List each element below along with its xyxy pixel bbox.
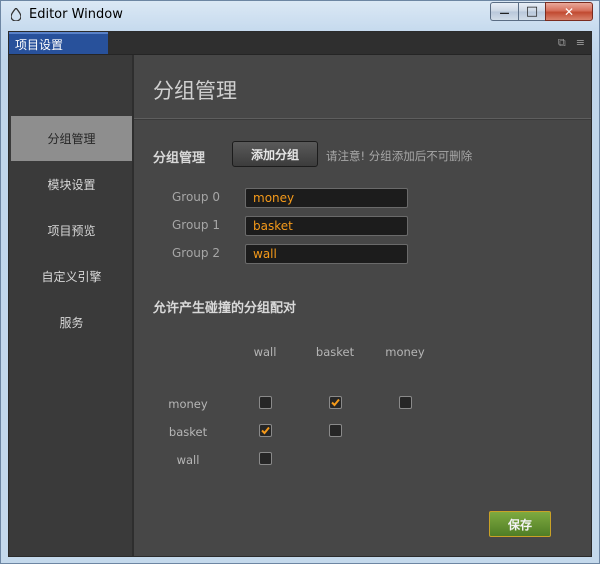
sidebar-item-module-settings[interactable]: 模块设置 bbox=[11, 162, 132, 207]
collision-checkbox-money-money[interactable] bbox=[399, 396, 412, 409]
tab-actions: ⧉ ≡ bbox=[558, 36, 585, 50]
collision-checkbox-money-wall[interactable] bbox=[259, 396, 272, 409]
page-title: 分组管理 bbox=[153, 79, 237, 103]
sidebar: 分组管理 模块设置 项目预览 自定义引擎 服务 bbox=[9, 55, 134, 556]
title-bar[interactable]: Editor Window — □ ✕ bbox=[1, 1, 599, 29]
app-drop-icon bbox=[11, 8, 21, 21]
row-header-basket: basket bbox=[168, 425, 208, 439]
group-2-label: Group 2 bbox=[172, 246, 220, 260]
group-0-label: Group 0 bbox=[172, 190, 220, 204]
maximize-button[interactable]: □ bbox=[518, 2, 545, 21]
window-controls: — □ ✕ bbox=[490, 2, 593, 22]
sidebar-item-custom-engine[interactable]: 自定义引擎 bbox=[11, 254, 132, 299]
collision-checkbox-money-basket[interactable] bbox=[329, 396, 342, 409]
minimize-icon: — bbox=[499, 8, 510, 19]
tab-project-settings[interactable]: 项目设置 bbox=[9, 32, 108, 54]
group-0-name-input[interactable]: money bbox=[245, 188, 408, 208]
close-button[interactable]: ✕ bbox=[545, 2, 593, 21]
collision-checkbox-basket-basket[interactable] bbox=[329, 424, 342, 437]
column-header-wall: wall bbox=[253, 345, 277, 359]
column-header-money: money bbox=[385, 345, 425, 359]
sidebar-item-services[interactable]: 服务 bbox=[11, 300, 132, 345]
maximize-icon: □ bbox=[525, 4, 539, 19]
menu-icon[interactable]: ≡ bbox=[576, 36, 585, 50]
group-2-name-input[interactable]: wall bbox=[245, 244, 408, 264]
collision-section-label: 允许产生碰撞的分组配对 bbox=[153, 301, 297, 316]
checkmark-icon bbox=[331, 398, 340, 407]
collision-checkbox-wall-wall[interactable] bbox=[259, 452, 272, 465]
title-divider bbox=[134, 118, 591, 120]
editor-window: Editor Window — □ ✕ 项目设置 ⧉ ≡ 分组管理 模块设置 项… bbox=[0, 0, 600, 564]
minimize-button[interactable]: — bbox=[490, 2, 518, 21]
group-1-name-input[interactable]: basket bbox=[245, 216, 408, 236]
warning-note: 请注意! 分组添加后不可删除 bbox=[326, 149, 473, 163]
collision-checkbox-basket-wall[interactable] bbox=[259, 424, 272, 437]
row-header-money: money bbox=[168, 397, 208, 411]
editor-panel: 项目设置 ⧉ ≡ 分组管理 模块设置 项目预览 自定义引擎 服务 分组管理 分组… bbox=[8, 31, 592, 557]
group-section-label: 分组管理 bbox=[153, 151, 206, 166]
row-header-wall: wall bbox=[176, 453, 200, 467]
main-content: 分组管理 分组管理 添加分组 请注意! 分组添加后不可删除 Group 0 mo… bbox=[134, 55, 591, 556]
checkmark-icon bbox=[261, 426, 270, 435]
add-group-button[interactable]: 添加分组 bbox=[232, 141, 318, 167]
close-icon: ✕ bbox=[563, 4, 575, 19]
window-title: Editor Window bbox=[29, 7, 123, 22]
tab-bar: 项目设置 ⧉ ≡ bbox=[9, 32, 591, 55]
sidebar-item-project-preview[interactable]: 项目预览 bbox=[11, 208, 132, 253]
group-1-label: Group 1 bbox=[172, 218, 220, 232]
sidebar-item-group-management[interactable]: 分组管理 bbox=[11, 116, 132, 161]
save-button[interactable]: 保存 bbox=[489, 511, 551, 537]
restore-icon[interactable]: ⧉ bbox=[558, 36, 566, 50]
column-header-basket: basket bbox=[315, 345, 355, 359]
